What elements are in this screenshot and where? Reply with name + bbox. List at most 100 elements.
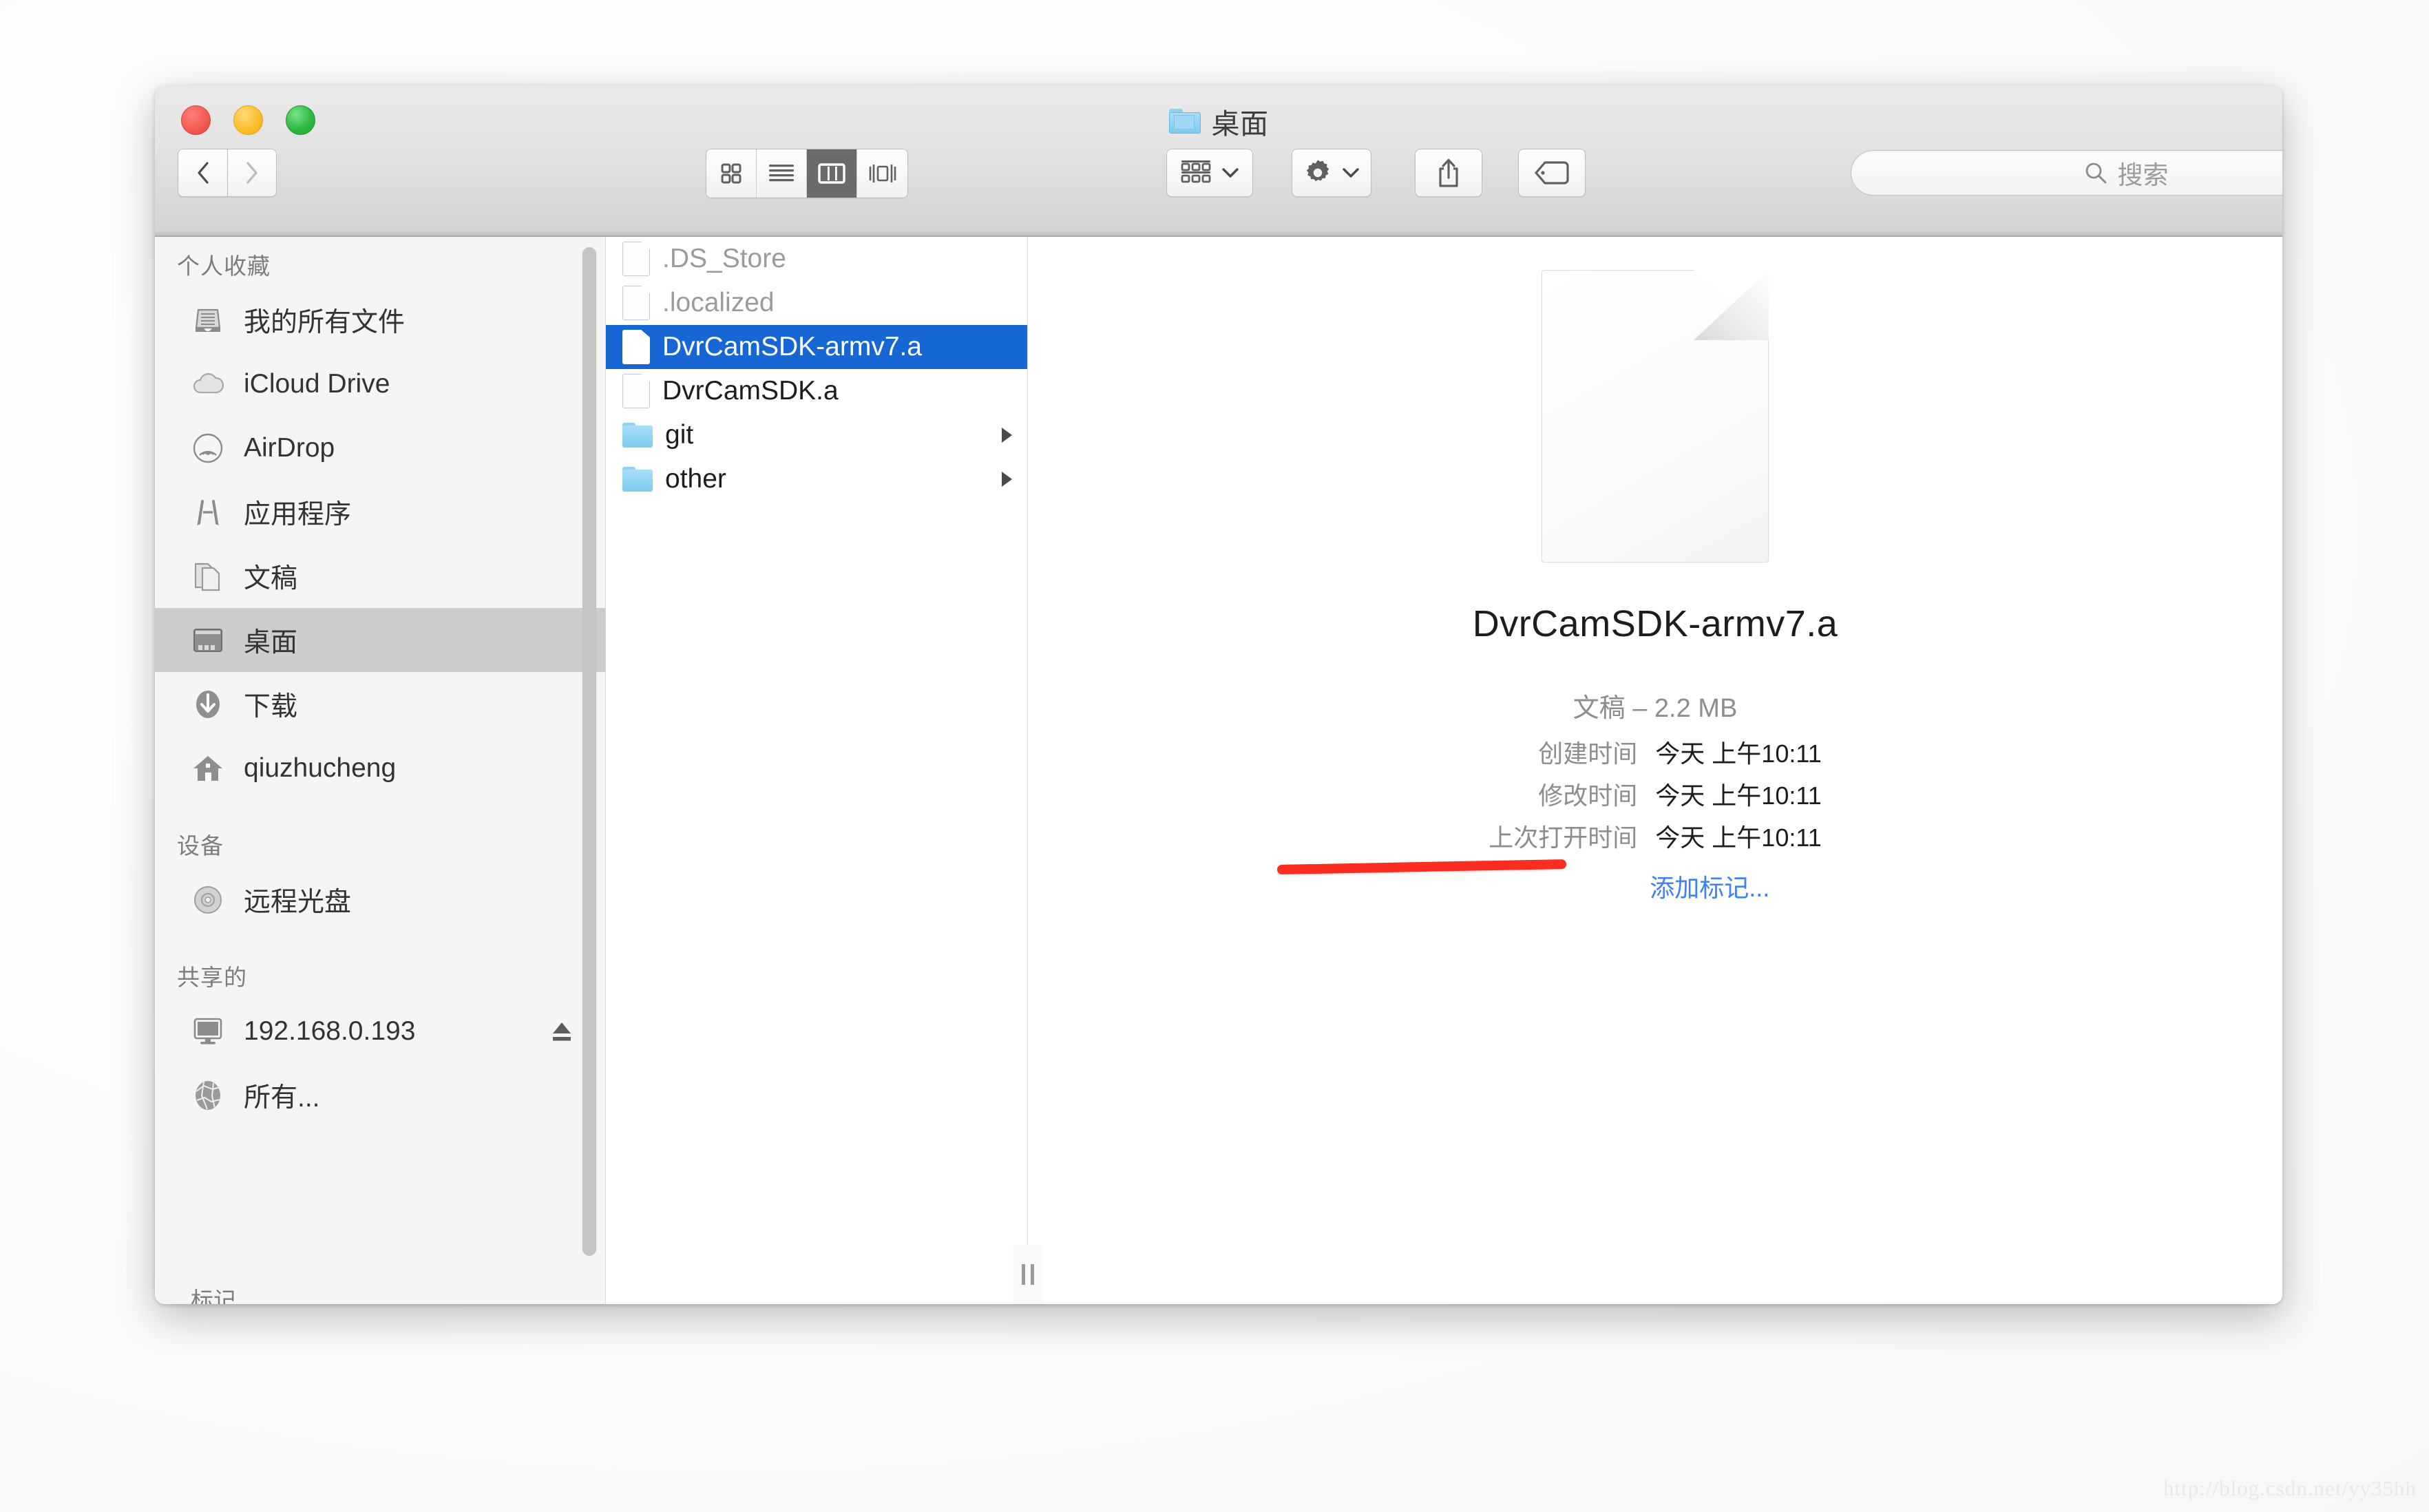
add-tags-link[interactable]: 添加标记... [1650, 868, 1821, 904]
forward-button[interactable] [227, 149, 277, 197]
sidebar-item-downloads[interactable]: 下载 [155, 672, 605, 736]
metadata-value: 今天 上午10:11 [1655, 739, 1822, 768]
sidebar-section-tags-header: 标记 [191, 1288, 236, 1304]
airdrop-icon [191, 431, 225, 465]
sidebar-item-label: 桌面 [244, 627, 298, 658]
column-resize-handle[interactable] [1013, 1245, 1043, 1304]
folder-icon [622, 467, 653, 492]
action-menu-button[interactable] [1292, 149, 1371, 197]
disclosure-arrow-icon [1002, 428, 1012, 443]
sidebar-section-favorites-header: 个人收藏 [177, 253, 271, 279]
folder-row[interactable]: other [606, 457, 1027, 501]
file-name: DvrCamSDK-armv7.a [662, 332, 923, 361]
sidebar-item-label: iCloud Drive [244, 368, 390, 399]
metadata-value: 今天 上午10:11 [1655, 781, 1822, 810]
columns-icon [818, 163, 845, 184]
sidebar-item-label: 下载 [244, 691, 298, 722]
metadata-key: 创建时间 [1538, 739, 1638, 768]
file-name: DvrCamSDK.a [662, 376, 839, 406]
list-view-button[interactable] [757, 149, 807, 198]
arrange-grid-icon [1181, 160, 1211, 183]
preview-filename: DvrCamSDK-armv7.a [1472, 603, 1838, 644]
search-placeholder: 搜索 [2117, 161, 2169, 189]
sidebar-item-label: 所有... [244, 1082, 320, 1113]
column-view-button[interactable] [807, 149, 857, 198]
documents-icon [191, 559, 225, 594]
window-titlebar: 桌面 搜索 [155, 85, 2282, 237]
screen: 桌面 搜索 个人收藏 我的所有文件 iCloud Drive AirDrop 应… [0, 0, 2429, 1512]
file-row-selected[interactable]: DvrCamSDK-armv7.a [606, 325, 1027, 369]
sidebar-item-remote-disc[interactable]: 远程光盘 [155, 868, 605, 932]
sidebar-item-shared-host[interactable]: 192.168.0.193 [155, 999, 605, 1063]
downloads-icon [191, 687, 225, 722]
window-body: 个人收藏 我的所有文件 iCloud Drive AirDrop 应用程序 文稿… [155, 237, 2282, 1304]
sidebar-item-icloud-drive[interactable]: iCloud Drive [155, 352, 605, 416]
sidebar-item-desktop[interactable]: 桌面 [155, 608, 605, 672]
sidebar: 个人收藏 我的所有文件 iCloud Drive AirDrop 应用程序 文稿… [155, 237, 606, 1304]
tag-icon [1535, 161, 1569, 185]
network-globe-icon [191, 1078, 225, 1113]
sidebar-item-label: 192.168.0.193 [244, 1016, 416, 1046]
view-mode-group [706, 149, 908, 198]
sidebar-item-airdrop[interactable]: AirDrop [155, 416, 605, 480]
watermark: http://blog.csdn.net/yy35hh [2163, 1476, 2417, 1500]
chevron-down-icon [1343, 168, 1359, 178]
file-name: other [665, 464, 726, 494]
share-icon [1439, 158, 1458, 187]
sidebar-item-label: 应用程序 [244, 499, 352, 529]
desktop-icon [191, 623, 225, 658]
generic-document-icon [1542, 270, 1769, 563]
file-name: .localized [662, 288, 775, 317]
sidebar-item-applications[interactable]: 应用程序 [155, 480, 605, 544]
sidebar-item-documents[interactable]: 文稿 [155, 544, 605, 608]
icon-view-button[interactable] [706, 149, 757, 198]
window-title: 桌面 [155, 101, 2282, 142]
document-icon [622, 242, 650, 276]
file-row[interactable]: DvrCamSDK.a [606, 369, 1027, 413]
arrange-by-button[interactable] [1166, 149, 1253, 197]
sidebar-item-label: 文稿 [244, 563, 298, 594]
folder-icon [1168, 109, 1201, 134]
applications-icon [191, 495, 225, 529]
file-browser-column: .DS_Store .localized DvrCamSDK-armv7.a D… [606, 237, 1028, 1304]
folder-icon [622, 423, 653, 448]
share-button[interactable] [1415, 149, 1482, 197]
disclosure-arrow-icon [1002, 472, 1012, 487]
chevron-left-icon [197, 162, 209, 184]
eject-icon[interactable] [551, 1020, 572, 1043]
window-title-text: 桌面 [1211, 108, 1269, 140]
document-icon [622, 330, 650, 364]
document-icon [622, 374, 650, 408]
tag-button[interactable] [1518, 149, 1586, 197]
cloud-icon [191, 367, 225, 401]
back-button[interactable] [178, 149, 227, 197]
search-icon [2085, 162, 2106, 184]
navigation-buttons [178, 149, 277, 197]
home-icon [191, 751, 225, 786]
metadata-key: 上次打开时间 [1489, 823, 1638, 852]
grid-icon [721, 163, 742, 184]
file-row[interactable]: .localized [606, 281, 1027, 325]
sidebar-item-all-shared[interactable]: 所有... [155, 1063, 605, 1127]
metadata-key: 修改时间 [1538, 781, 1638, 810]
sidebar-item-home[interactable]: qiuzhucheng [155, 736, 605, 800]
display-icon [191, 1014, 225, 1049]
coverflow-view-button[interactable] [857, 149, 907, 198]
document-icon [622, 286, 650, 320]
sidebar-section-shared-header: 共享的 [177, 965, 247, 990]
all-files-icon [191, 303, 225, 337]
sidebar-section-devices-header: 设备 [177, 833, 224, 859]
search-field[interactable]: 搜索 [1851, 150, 2282, 196]
preview-metadata: 创建时间 今天 上午10:11 修改时间 今天 上午10:11 上次打开时间 今… [1489, 734, 1821, 904]
file-name: .DS_Store [662, 244, 786, 273]
sidebar-item-label: AirDrop [244, 432, 335, 463]
sidebar-scrollbar[interactable] [582, 247, 596, 1256]
file-row[interactable]: .DS_Store [606, 237, 1027, 281]
finder-window: 桌面 搜索 个人收藏 我的所有文件 iCloud Drive AirDrop 应… [155, 85, 2282, 1304]
gear-icon [1306, 160, 1329, 182]
sidebar-item-label: 远程光盘 [244, 887, 352, 917]
sidebar-item-all-files[interactable]: 我的所有文件 [155, 288, 605, 352]
coverflow-icon [869, 165, 896, 182]
sidebar-item-label: 我的所有文件 [244, 307, 406, 337]
folder-row[interactable]: git [606, 413, 1027, 457]
